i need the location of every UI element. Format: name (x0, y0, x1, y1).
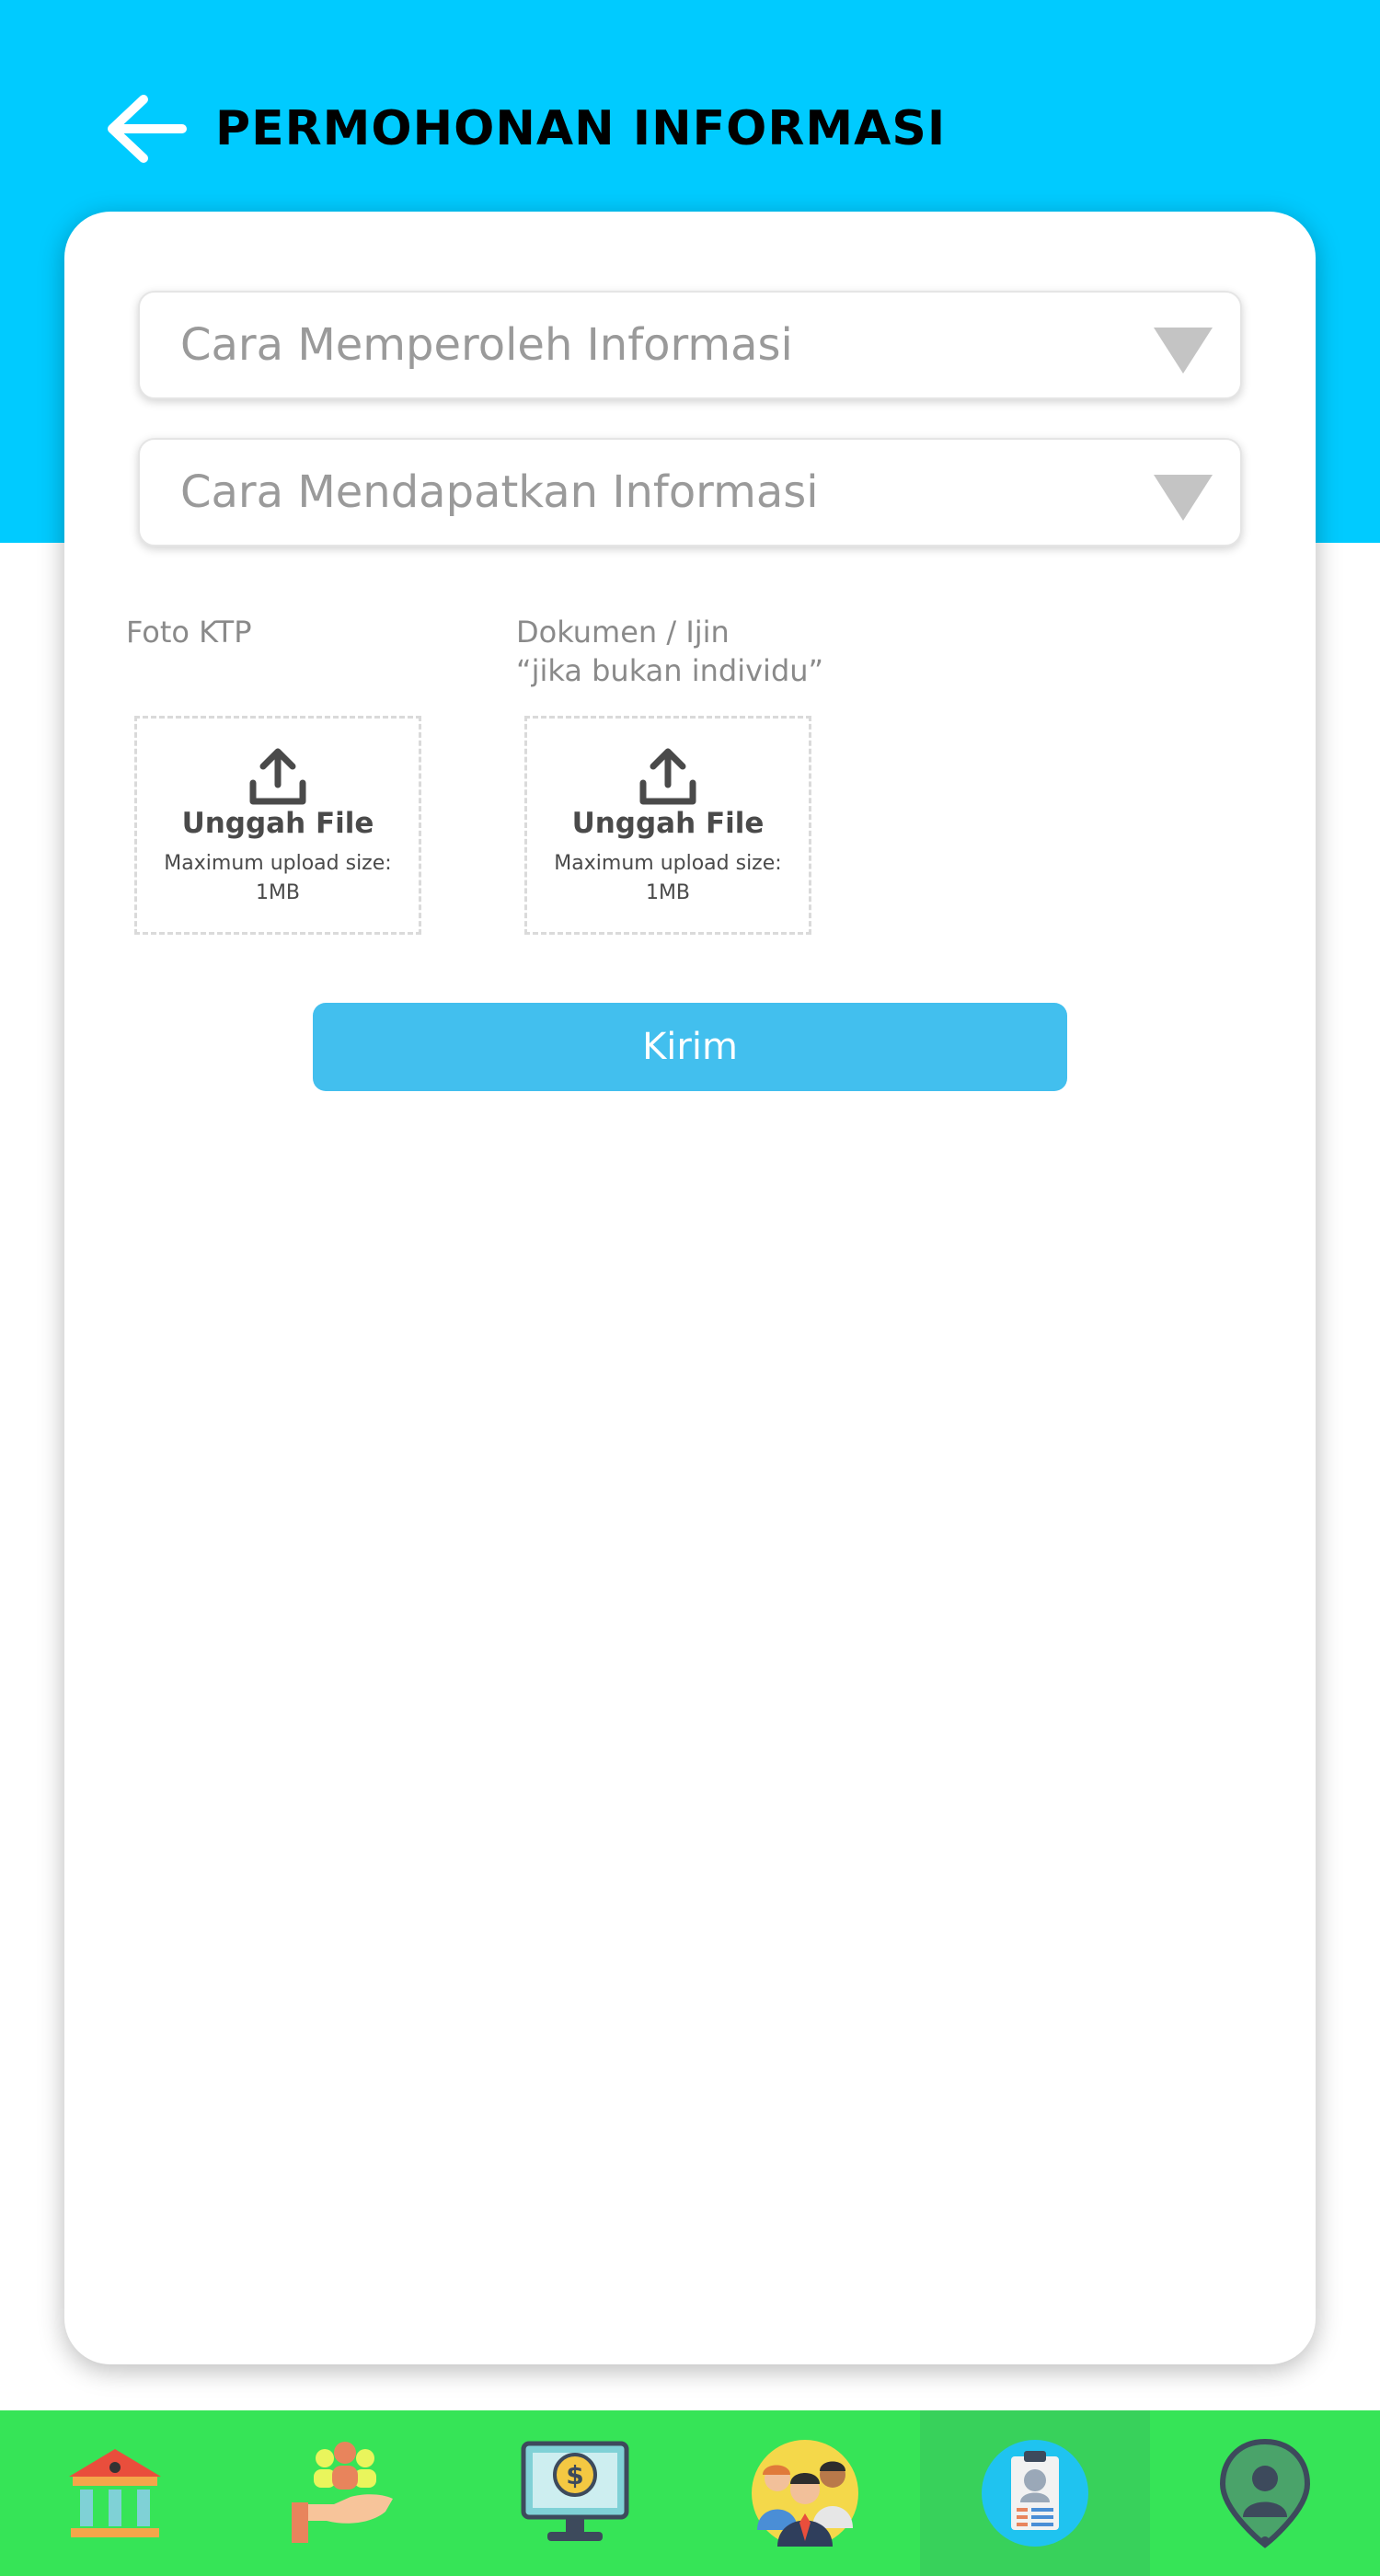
upload-title: Unggah File (181, 807, 374, 840)
submit-button[interactable]: Kirim (313, 1003, 1067, 1091)
upload-title: Unggah File (571, 807, 765, 840)
community-hand-icon (292, 2442, 393, 2543)
foto-ktp-label: Foto KTP (126, 615, 252, 650)
upload-icon (249, 748, 306, 805)
monitor-dollar-icon: $ (521, 2441, 629, 2541)
select-placeholder: Cara Mendapatkan Informasi (180, 466, 819, 518)
nav-item-id-card[interactable] (920, 2410, 1150, 2576)
nav-item-location[interactable] (1150, 2410, 1380, 2576)
upload-dokumen-dropzone[interactable]: Unggah File Maximum upload size: 1MB (524, 716, 811, 935)
back-button[interactable] (103, 90, 188, 167)
upload-icon (639, 748, 696, 805)
select-cara-mendapatkan-informasi[interactable]: Cara Mendapatkan Informasi (138, 438, 1242, 546)
nav-item-people[interactable] (690, 2410, 920, 2576)
id-clipboard-icon (982, 2440, 1088, 2547)
location-person-icon (1219, 2438, 1311, 2548)
nav-item-finance[interactable]: $ (460, 2410, 690, 2576)
svg-text:$: $ (566, 2460, 583, 2490)
people-group-icon (752, 2440, 858, 2547)
bottom-nav: $ (0, 2410, 1380, 2576)
upload-size-note: Maximum upload size: 1MB (554, 852, 782, 904)
upload-size-note: Maximum upload size: 1MB (164, 852, 392, 904)
dokumen-ijin-note: “jika bukan individu” (516, 653, 824, 688)
nav-item-bank[interactable] (0, 2410, 230, 2576)
nav-item-community[interactable] (230, 2410, 460, 2576)
select-placeholder: Cara Memperoleh Informasi (180, 319, 793, 371)
caret-down-icon (1154, 475, 1213, 521)
bank-building-icon (69, 2449, 161, 2537)
dokumen-ijin-label: Dokumen / Ijin (516, 615, 730, 650)
caret-down-icon (1154, 328, 1213, 374)
select-cara-memperoleh-informasi[interactable]: Cara Memperoleh Informasi (138, 291, 1242, 399)
arrow-left-icon (108, 95, 187, 163)
upload-ktp-dropzone[interactable]: Unggah File Maximum upload size: 1MB (134, 716, 421, 935)
page-title: PERMOHONAN INFORMASI (215, 101, 947, 156)
